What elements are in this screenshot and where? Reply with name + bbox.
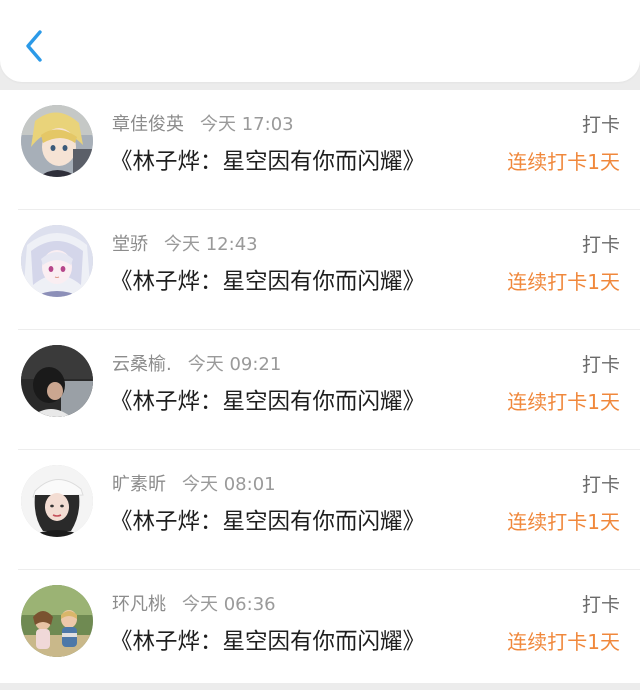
back-button[interactable]	[16, 26, 52, 66]
user-name: 环凡桃	[112, 594, 166, 615]
entry-meta: 旷素昕 今天 08:01	[112, 472, 276, 498]
anime-girl-avatar[interactable]	[21, 225, 93, 297]
checkin-button[interactable]: 打卡	[582, 352, 620, 378]
top-bar	[0, 0, 640, 82]
list-item[interactable]: 云桑榆. 今天 09:21 《林子烨：星空因有你而闪耀》 打卡 连续打卡1天	[0, 330, 640, 450]
streak-label: 连续打卡1天	[507, 390, 620, 414]
checkin-button[interactable]: 打卡	[582, 592, 620, 618]
checkin-button[interactable]: 打卡	[582, 232, 620, 258]
entry-title: 《林子烨：星空因有你而闪耀》	[110, 389, 426, 415]
entry-time: 今天 06:36	[182, 594, 276, 615]
checkin-button[interactable]: 打卡	[582, 472, 620, 498]
entry-title: 《林子烨：星空因有你而闪耀》	[110, 509, 426, 535]
streak-label: 连续打卡1天	[507, 510, 620, 534]
entry-title: 《林子烨：星空因有你而闪耀》	[110, 269, 426, 295]
anime-boy-avatar[interactable]	[21, 105, 93, 177]
streak-label: 连续打卡1天	[507, 630, 620, 654]
user-name: 堂骄	[112, 234, 148, 255]
streak-label: 连续打卡1天	[507, 270, 620, 294]
entry-meta: 堂骄 今天 12:43	[112, 232, 258, 258]
entry-meta: 章佳俊英 今天 17:03	[112, 112, 294, 138]
streak-label: 连续打卡1天	[507, 150, 620, 174]
list-item[interactable]: 堂骄 今天 12:43 《林子烨：星空因有你而闪耀》 打卡 连续打卡1天	[0, 210, 640, 330]
entry-time: 今天 08:01	[182, 474, 276, 495]
entry-time: 今天 17:03	[200, 114, 294, 135]
list-item[interactable]: 环凡桃 今天 06:36 《林子烨：星空因有你而闪耀》 打卡 连续打卡1天	[0, 570, 640, 690]
entry-title: 《林子烨：星空因有你而闪耀》	[110, 149, 426, 175]
entry-meta: 云桑榆. 今天 09:21	[112, 352, 281, 378]
entry-title: 《林子烨：星空因有你而闪耀》	[110, 629, 426, 655]
girl-cap-avatar[interactable]	[21, 465, 93, 537]
chevron-left-icon	[26, 30, 42, 62]
list-item[interactable]: 章佳俊英 今天 17:03 《林子烨：星空因有你而闪耀》 打卡 连续打卡1天	[0, 90, 640, 210]
entry-time: 今天 12:43	[164, 234, 258, 255]
list-item[interactable]: 旷素昕 今天 08:01 《林子烨：星空因有你而闪耀》 打卡 连续打卡1天	[0, 450, 640, 570]
dark-photo-avatar[interactable]	[21, 345, 93, 417]
user-name: 旷素昕	[112, 474, 166, 495]
checkin-button[interactable]: 打卡	[582, 112, 620, 138]
entry-meta: 环凡桃 今天 06:36	[112, 592, 276, 618]
user-name: 云桑榆.	[112, 354, 172, 375]
user-name: 章佳俊英	[112, 114, 184, 135]
entry-time: 今天 09:21	[187, 354, 282, 375]
checkin-list: 章佳俊英 今天 17:03 《林子烨：星空因有你而闪耀》 打卡 连续打卡1天 堂骄…	[0, 90, 640, 683]
kids-outdoor-avatar[interactable]	[21, 585, 93, 657]
